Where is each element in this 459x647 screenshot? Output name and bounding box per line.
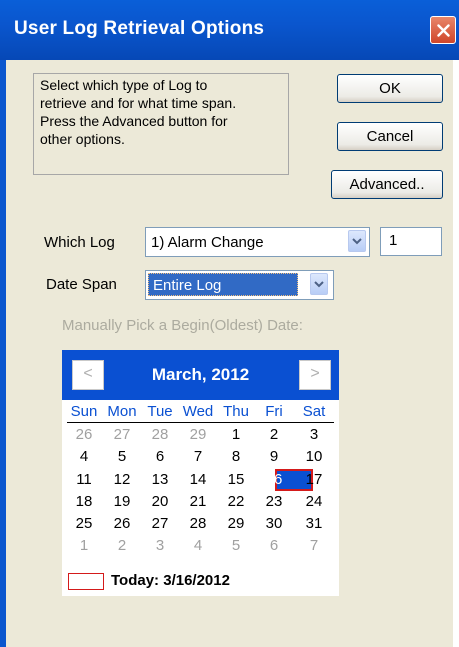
description-line: Select which type of Log to bbox=[40, 77, 208, 93]
cancel-button-label: Cancel bbox=[366, 128, 414, 145]
calendar-day[interactable]: 19 bbox=[104, 493, 140, 510]
calendar-day[interactable]: 29 bbox=[218, 515, 254, 532]
which-log-label: Which Log bbox=[44, 234, 115, 251]
calendar-day[interactable]: 14 bbox=[180, 471, 216, 488]
calendar-day[interactable]: 18 bbox=[66, 493, 102, 510]
calendar-day[interactable]: 12 bbox=[104, 471, 140, 488]
calendar-day[interactable]: 16 bbox=[256, 471, 292, 488]
calendar-day-other-month[interactable]: 26 bbox=[66, 426, 102, 443]
title-bar[interactable]: User Log Retrieval Options bbox=[0, 0, 459, 60]
calendar-day[interactable]: 15 bbox=[218, 471, 254, 488]
chevron-right-icon: > bbox=[310, 365, 320, 382]
calendar-day[interactable]: 31 bbox=[296, 515, 332, 532]
calendar-day[interactable]: 28 bbox=[180, 515, 216, 532]
calendar-day[interactable]: 17 bbox=[296, 471, 332, 488]
calendar-day[interactable]: 8 bbox=[218, 448, 254, 465]
close-button[interactable] bbox=[430, 16, 456, 44]
chevron-down-icon bbox=[314, 281, 324, 288]
weekday-label: Fri bbox=[265, 403, 283, 420]
calendar-day[interactable]: 4 bbox=[66, 448, 102, 465]
calendar-day-other-month[interactable]: 5 bbox=[218, 537, 254, 554]
calendar-day[interactable]: 7 bbox=[180, 448, 216, 465]
calendar-day-other-month[interactable]: 1 bbox=[66, 537, 102, 554]
calendar-day[interactable]: 11 bbox=[66, 471, 102, 488]
description-line: other options. bbox=[40, 131, 125, 147]
calendar-day-other-month[interactable]: 2 bbox=[104, 537, 140, 554]
calendar-day[interactable]: 21 bbox=[180, 493, 216, 510]
log-count-input[interactable]: 1 bbox=[380, 227, 442, 256]
weekday-label: Thu bbox=[223, 403, 249, 420]
description-box: Select which type of Log to retrieve and… bbox=[33, 73, 289, 175]
calendar-day[interactable]: 13 bbox=[142, 471, 178, 488]
ok-button[interactable]: OK bbox=[337, 74, 443, 103]
window-border-left bbox=[0, 60, 6, 647]
window-title: User Log Retrieval Options bbox=[14, 18, 265, 39]
advanced-button-label: Advanced.. bbox=[349, 176, 425, 193]
description-line: retrieve and for what time span. bbox=[40, 95, 237, 111]
calendar-day[interactable]: 25 bbox=[66, 515, 102, 532]
month-calendar[interactable]: < March, 2012 > Sun Mon Tue Wed Thu Fri Sat 26… bbox=[62, 350, 339, 596]
date-span-value: Entire Log bbox=[148, 273, 298, 296]
calendar-day[interactable]: 20 bbox=[142, 493, 178, 510]
weekday-label: Sat bbox=[302, 403, 326, 420]
advanced-button[interactable]: Advanced.. bbox=[331, 170, 443, 199]
calendar-day-other-month[interactable]: 28 bbox=[142, 426, 178, 443]
next-month-button[interactable]: > bbox=[299, 360, 331, 390]
weekday-label: Tue bbox=[147, 403, 173, 420]
today-marker-icon bbox=[68, 573, 104, 590]
weekday-divider bbox=[67, 422, 334, 423]
calendar-day-other-month[interactable]: 3 bbox=[142, 537, 178, 554]
calendar-day[interactable]: 23 bbox=[256, 493, 292, 510]
calendar-day[interactable]: 9 bbox=[256, 448, 292, 465]
calendar-day[interactable]: 3 bbox=[296, 426, 332, 443]
log-count-value: 1 bbox=[389, 232, 398, 249]
description-line: Press the Advanced button for bbox=[40, 113, 228, 129]
ok-button-label: OK bbox=[379, 80, 401, 97]
date-span-label: Date Span bbox=[46, 276, 117, 293]
dialog-window: User Log Retrieval Options Select which … bbox=[0, 0, 459, 647]
calendar-day-other-month[interactable]: 29 bbox=[180, 426, 216, 443]
calendar-day[interactable]: 5 bbox=[104, 448, 140, 465]
calendar-day[interactable]: 30 bbox=[256, 515, 292, 532]
calendar-day[interactable]: 2 bbox=[256, 426, 292, 443]
calendar-day[interactable]: 10 bbox=[296, 448, 332, 465]
calendar-day-other-month[interactable]: 4 bbox=[180, 537, 216, 554]
today-link[interactable]: Today: 3/16/2012 bbox=[111, 572, 230, 589]
which-log-dropdown-button[interactable] bbox=[348, 230, 366, 252]
calendar-day-other-month[interactable]: 7 bbox=[296, 537, 332, 554]
calendar-month-title[interactable]: March, 2012 bbox=[62, 365, 339, 385]
calendar-day[interactable]: 24 bbox=[296, 493, 332, 510]
date-span-select[interactable]: Entire Log bbox=[145, 270, 334, 300]
which-log-value: 1) Alarm Change bbox=[151, 234, 264, 251]
calendar-day-other-month[interactable]: 6 bbox=[256, 537, 292, 554]
window-border-right bbox=[453, 60, 459, 647]
weekday-label: Wed bbox=[182, 403, 214, 420]
pick-date-hint: Manually Pick a Begin(Oldest) Date: bbox=[62, 317, 303, 334]
close-icon bbox=[437, 24, 450, 37]
which-log-select[interactable]: 1) Alarm Change bbox=[145, 227, 370, 257]
weekday-label: Sun bbox=[70, 403, 98, 420]
date-span-dropdown-button[interactable] bbox=[310, 273, 328, 295]
cancel-button[interactable]: Cancel bbox=[337, 122, 443, 151]
calendar-day[interactable]: 22 bbox=[218, 493, 254, 510]
calendar-day-other-month[interactable]: 27 bbox=[104, 426, 140, 443]
weekday-label: Mon bbox=[107, 403, 137, 420]
calendar-day[interactable]: 1 bbox=[218, 426, 254, 443]
calendar-day[interactable]: 27 bbox=[142, 515, 178, 532]
calendar-day[interactable]: 6 bbox=[142, 448, 178, 465]
chevron-down-icon bbox=[352, 238, 362, 245]
calendar-day[interactable]: 26 bbox=[104, 515, 140, 532]
